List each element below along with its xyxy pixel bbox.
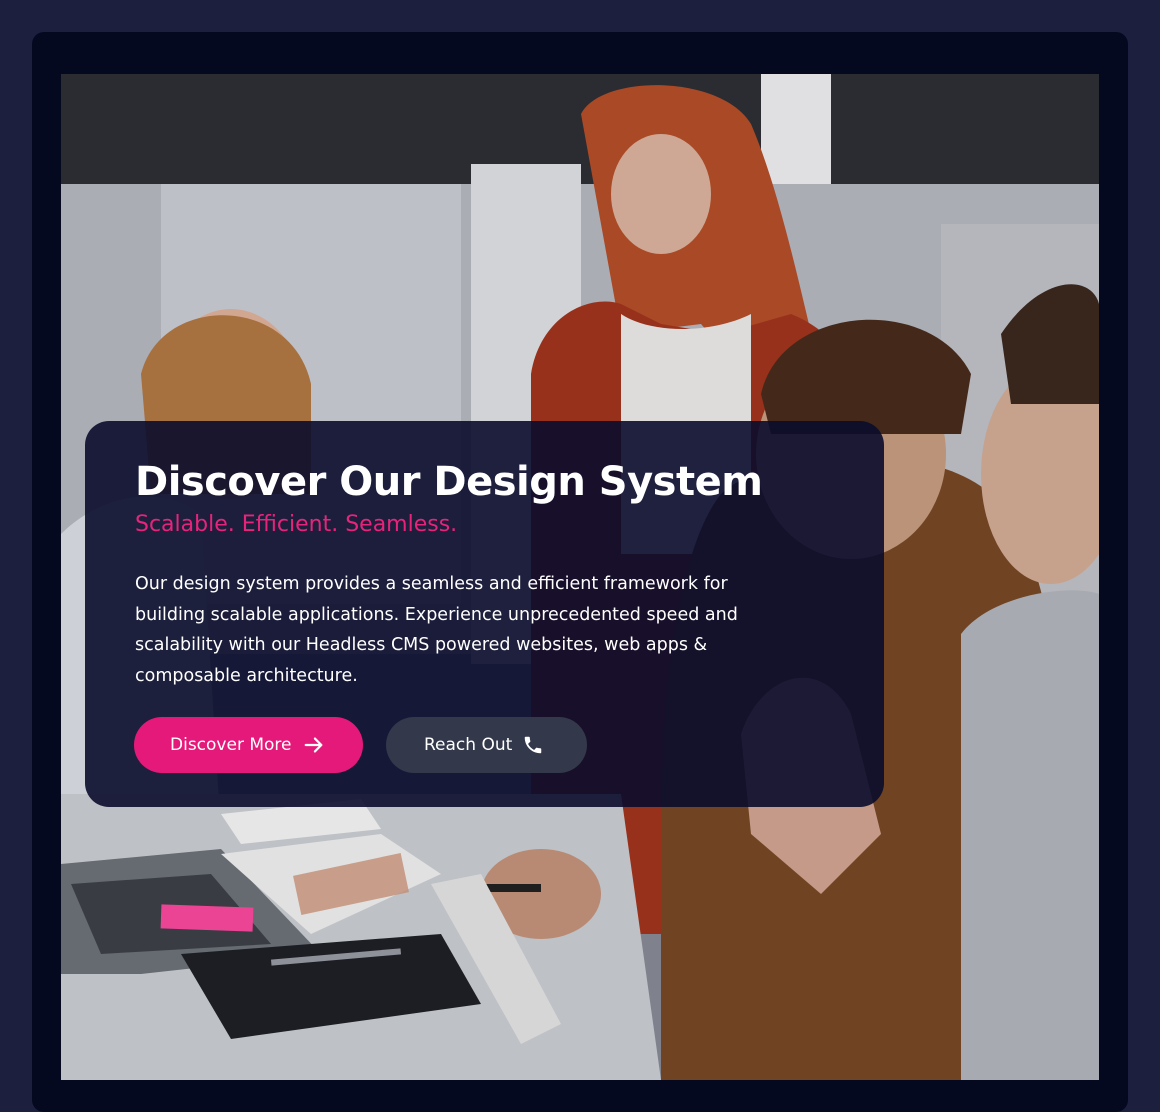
hero-description: Our design system provides a seamless an… [135, 574, 738, 686]
discover-more-button[interactable]: Discover More [134, 717, 363, 773]
reach-out-label: Reach Out [424, 735, 513, 755]
hero-subtitle: Scalable. Efficient. Seamless. [135, 512, 458, 537]
phone-icon [522, 734, 544, 756]
hero-title: Discover Our Design System [135, 459, 763, 505]
reach-out-button[interactable]: Reach Out [386, 717, 587, 773]
arrow-right-icon [303, 734, 325, 756]
discover-more-label: Discover More [170, 735, 292, 755]
hero-card: Discover Our Design System Scalable. Eff… [85, 421, 884, 807]
